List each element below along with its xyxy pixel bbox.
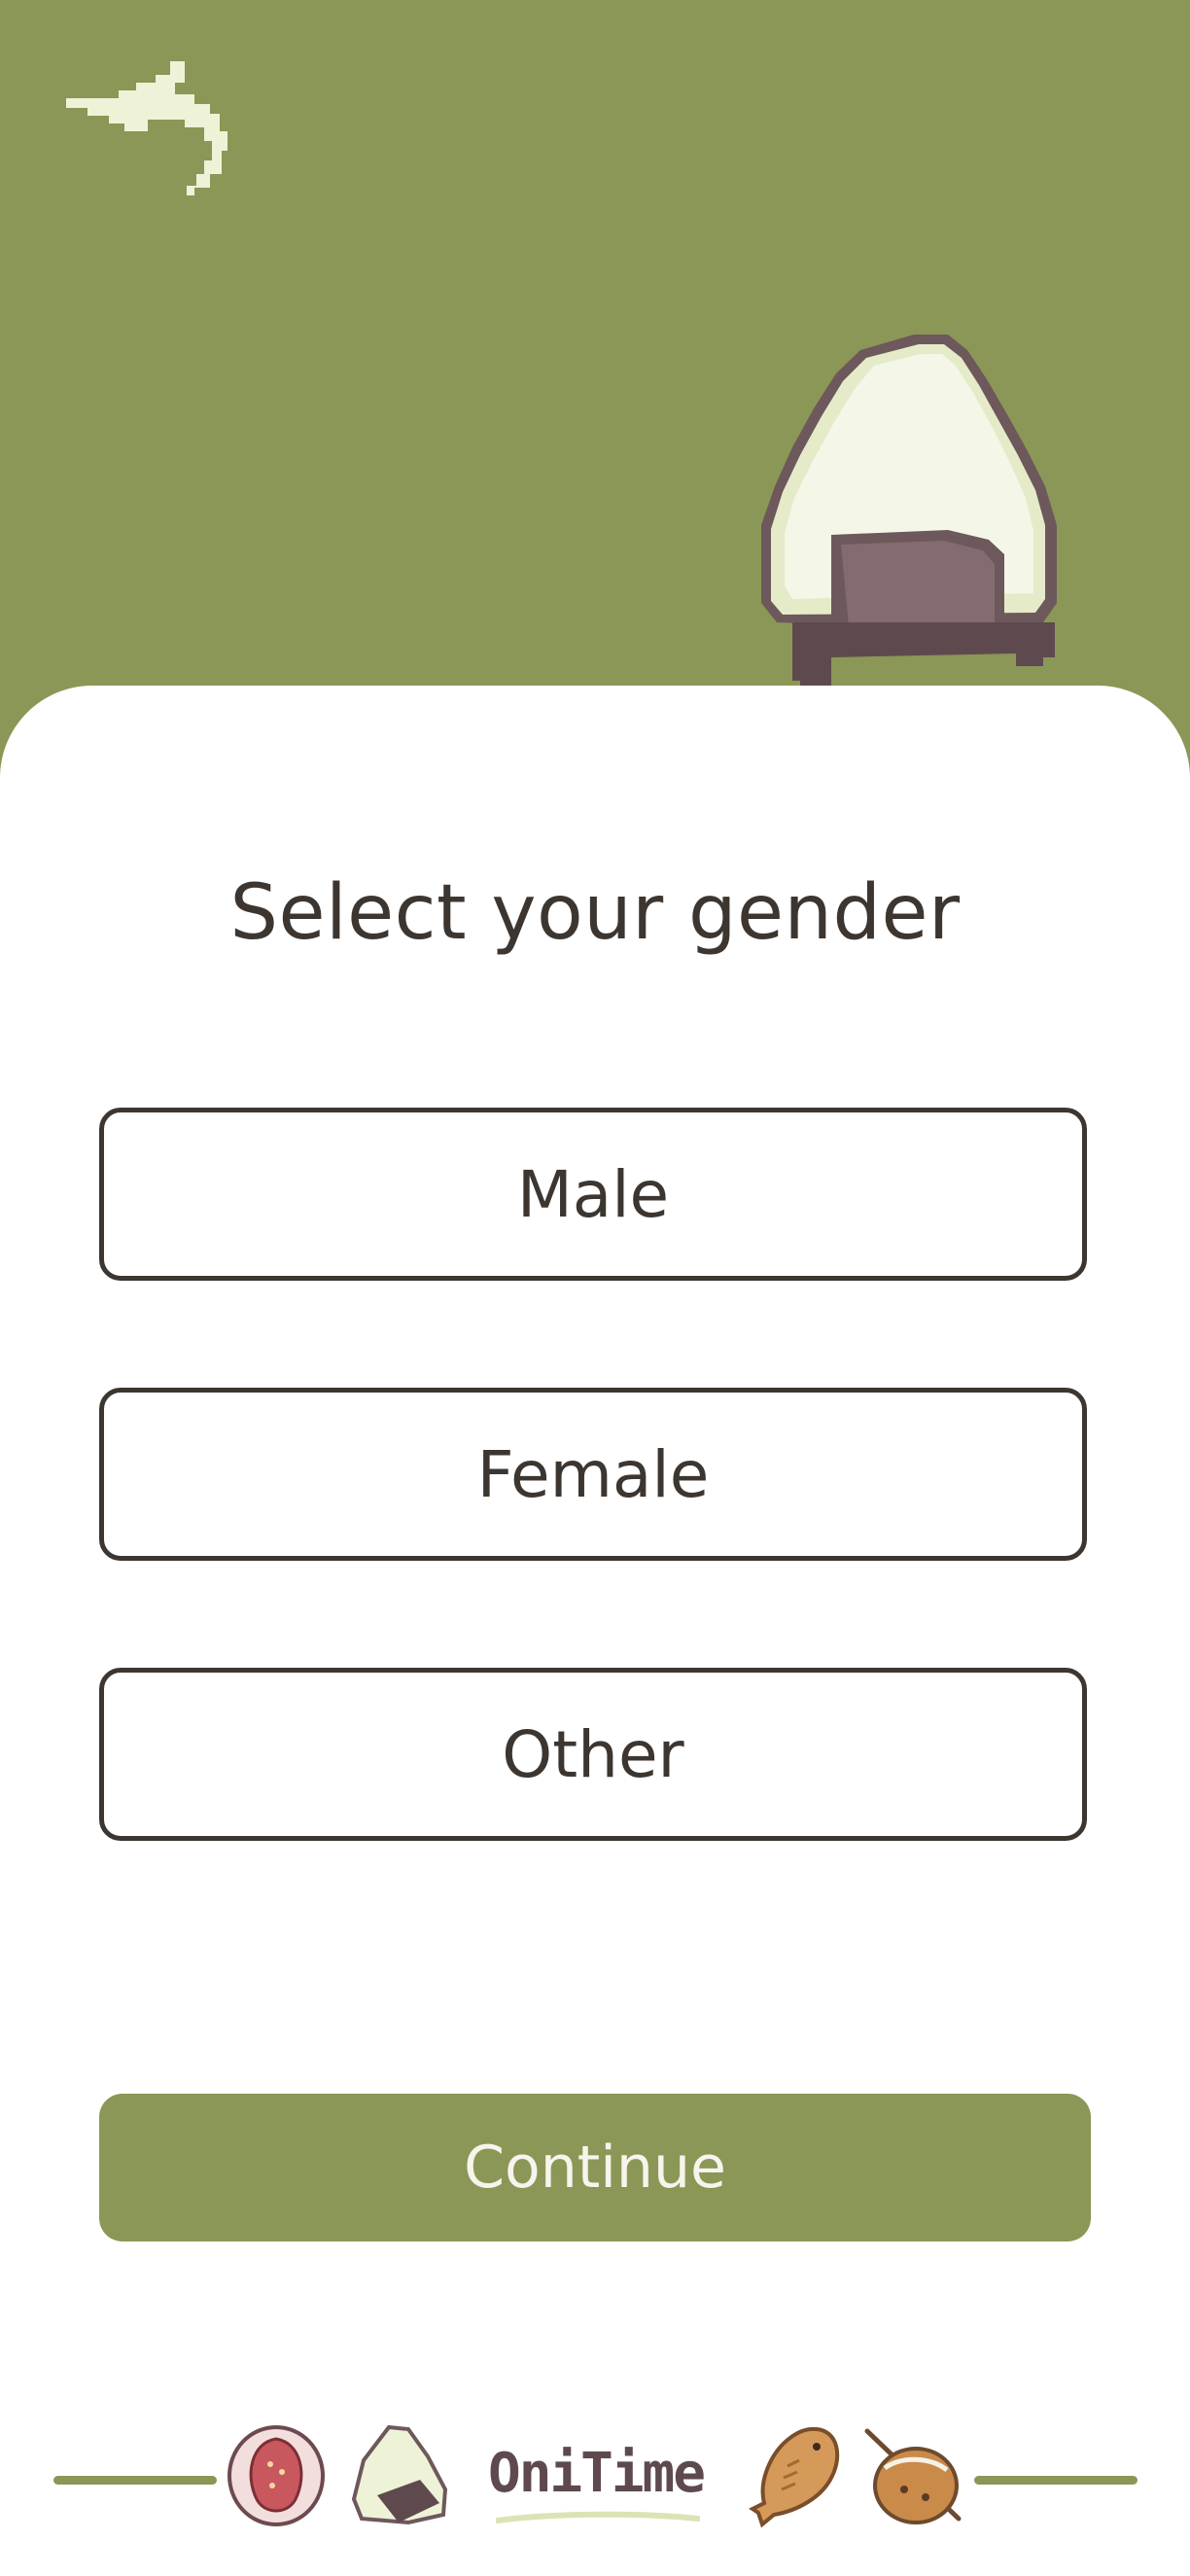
brand-logo: OniTime xyxy=(487,2442,706,2505)
onigiri-small xyxy=(350,2421,451,2528)
taiyaki xyxy=(749,2421,846,2528)
onigiri-icon xyxy=(761,335,1057,698)
option-other-button[interactable]: Other xyxy=(99,1668,1087,1841)
footer: OniTime xyxy=(0,2421,1190,2548)
mascot-onigiri xyxy=(753,331,1094,739)
onigiri-icon xyxy=(351,2424,448,2525)
takoyaki-icon xyxy=(864,2428,962,2524)
option-male-button[interactable]: Male xyxy=(99,1108,1087,1281)
content-sheet xyxy=(0,686,1190,2576)
continue-button[interactable]: Continue xyxy=(99,2094,1091,2241)
divider-left xyxy=(53,2476,217,2485)
taiyaki-icon xyxy=(749,2426,840,2528)
strawberry-daifuku xyxy=(226,2421,327,2528)
brand-swoosh xyxy=(496,2511,700,2523)
page-title: Select your gender xyxy=(229,869,961,957)
strawberry-daifuku-icon xyxy=(228,2425,325,2526)
option-female-button[interactable]: Female xyxy=(99,1388,1087,1561)
back-button[interactable] xyxy=(58,53,243,199)
header xyxy=(0,0,1190,797)
arrow-back-icon xyxy=(66,61,228,195)
divider-right xyxy=(974,2476,1138,2485)
takoyaki xyxy=(861,2421,970,2528)
